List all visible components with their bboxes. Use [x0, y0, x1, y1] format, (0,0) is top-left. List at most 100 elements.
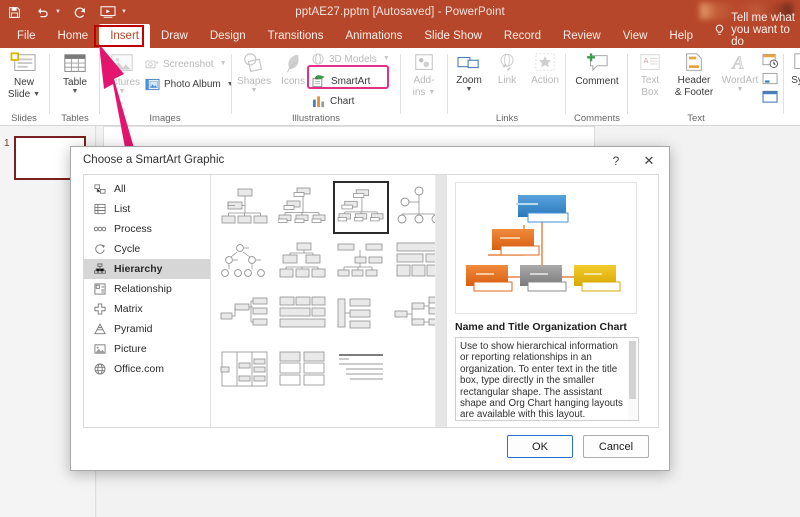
title-bar: ▼ ▼ pptAE27.pptm [Autosaved] - PowerPoin… — [0, 0, 800, 24]
symbols-button[interactable]: Ω Symb ▼ — [784, 52, 800, 93]
smartart-gallery[interactable] — [211, 175, 447, 427]
icons-button[interactable]: Icons — [274, 52, 312, 87]
zoom-button[interactable]: Zoom ▼ — [450, 52, 488, 93]
tab-view[interactable]: View — [612, 24, 659, 48]
new-slide-caret-icon[interactable]: ▼ — [33, 91, 40, 98]
chart-button[interactable]: Chart — [312, 95, 354, 108]
category-item-cycle[interactable]: Cycle — [84, 239, 210, 259]
photo-album-button[interactable]: Photo Album ▼ — [145, 78, 234, 91]
3d-models-caret-icon[interactable]: ▼ — [383, 55, 390, 62]
category-list[interactable]: All List Process Cycle Hierarchy Relatio… — [84, 175, 211, 427]
slide-number-button[interactable] — [762, 72, 779, 91]
cancel-button[interactable]: Cancel — [583, 435, 649, 458]
category-item-matrix[interactable]: Matrix — [84, 299, 210, 319]
category-item-process[interactable]: Process — [84, 219, 210, 239]
date-time-button[interactable] — [762, 53, 779, 73]
text-box-button[interactable]: A Text Box — [630, 52, 670, 98]
text-box-label-1: Text — [640, 75, 660, 86]
object-button[interactable] — [762, 90, 779, 109]
category-item-all[interactable]: All — [84, 179, 210, 199]
tab-transitions[interactable]: Transitions — [257, 24, 335, 48]
gallery-item-labeled-hierarchy[interactable] — [333, 236, 389, 289]
tell-me-search[interactable]: Tell me what you want to do — [714, 12, 800, 48]
gallery-item-name-and-title-org-chart-alt[interactable] — [275, 181, 331, 234]
tab-design[interactable]: Design — [199, 24, 257, 48]
shapes-button[interactable]: Shapes ▼ — [234, 52, 274, 94]
comment-icon — [584, 52, 610, 75]
tab-draw[interactable]: Draw — [150, 24, 199, 48]
category-item-relationship[interactable]: Relationship — [84, 279, 210, 299]
wordart-caret-icon[interactable]: ▼ — [737, 86, 744, 93]
gallery-item-picture-organization-chart[interactable] — [275, 236, 331, 289]
close-icon[interactable]: ✕ — [637, 151, 661, 171]
smartart-button[interactable]: SmartArt — [312, 74, 370, 88]
category-item-hierarchy[interactable]: Hierarchy — [84, 259, 210, 279]
category-item-picture[interactable]: Picture — [84, 339, 210, 359]
tab-slide-show[interactable]: Slide Show — [413, 24, 493, 48]
category-item-pyramid[interactable]: Pyramid — [84, 319, 210, 339]
pictures-button[interactable]: Pictures ▼ — [101, 52, 143, 95]
gallery-scrollbar-thumb[interactable] — [436, 175, 446, 427]
add-ins-button[interactable]: Add- ins ▼ — [403, 52, 445, 98]
link-icon — [495, 52, 519, 74]
tab-home[interactable]: Home — [47, 24, 100, 48]
wordart-icon: A — [728, 52, 752, 74]
table-button[interactable]: Table ▼ — [52, 52, 98, 95]
zoom-caret-icon[interactable]: ▼ — [466, 86, 473, 93]
gallery-item-lined-list[interactable] — [333, 346, 389, 399]
tab-animations[interactable]: Animations — [334, 24, 413, 48]
help-icon[interactable]: ? — [605, 151, 627, 171]
description-scrollbar-thumb[interactable] — [629, 341, 636, 399]
picture-icon — [93, 343, 106, 356]
add-ins-caret-icon[interactable]: ▼ — [428, 89, 435, 96]
cycle-icon — [93, 243, 106, 256]
description-scrollbar[interactable] — [628, 339, 637, 420]
gallery-item-table-hierarchy-2[interactable] — [217, 346, 273, 399]
gallery-item-circle-picture-hierarchy[interactable] — [217, 236, 273, 289]
gallery-item-horizontal-multi-level-hierarchy[interactable] — [275, 291, 331, 344]
tab-review[interactable]: Review — [552, 24, 612, 48]
new-slide-button[interactable]: New Slide ▼ — [0, 52, 48, 100]
tab-insert[interactable]: Insert — [99, 24, 150, 48]
category-label: Matrix — [114, 303, 143, 315]
action-button[interactable]: Action — [526, 52, 564, 86]
comment-button[interactable]: Comment — [568, 52, 626, 87]
shapes-caret-icon[interactable]: ▼ — [251, 87, 258, 94]
pictures-icon — [108, 52, 136, 76]
category-label: Cycle — [114, 243, 141, 255]
category-label: Picture — [114, 343, 147, 355]
3d-models-button[interactable]: 3D Models ▼ — [312, 53, 390, 65]
table-label: Table — [63, 77, 87, 88]
header-footer-button[interactable]: Header & Footer — [670, 52, 718, 98]
dialog-footer: OK Cancel — [71, 426, 669, 470]
category-item-office-com[interactable]: Office.com — [84, 359, 210, 379]
screenshot-caret-icon[interactable]: ▼ — [220, 60, 227, 67]
screenshot-button[interactable]: Screenshot ▼ — [145, 58, 227, 70]
category-label: List — [114, 203, 131, 215]
category-label: Pyramid — [114, 323, 153, 335]
globe-icon — [93, 363, 106, 376]
tab-record[interactable]: Record — [493, 24, 552, 48]
smartart-icon — [312, 74, 327, 88]
group-separator — [231, 54, 232, 114]
gallery-scrollbar[interactable] — [435, 175, 446, 427]
3d-models-label: 3D Models — [329, 53, 377, 65]
link-button[interactable]: Link — [488, 52, 526, 86]
shapes-icon — [241, 52, 267, 75]
pictures-caret-icon[interactable]: ▼ — [119, 88, 126, 95]
gallery-item-horizontal-organization-chart[interactable] — [217, 291, 273, 344]
symbols-label: Symb — [791, 75, 800, 86]
category-item-list[interactable]: List — [84, 199, 210, 219]
group-label-images: Images — [149, 113, 181, 124]
gallery-item-horizontal-hierarchy[interactable] — [333, 291, 389, 344]
gallery-item-org-chart[interactable] — [217, 181, 273, 234]
wordart-button[interactable]: A WordArt ▼ — [718, 52, 762, 93]
ok-button[interactable]: OK — [507, 435, 573, 458]
table-caret-icon[interactable]: ▼ — [72, 88, 79, 95]
gallery-item-architecture-layout[interactable] — [275, 346, 331, 399]
tab-help[interactable]: Help — [658, 24, 704, 48]
gallery-item-name-and-title-organization-chart[interactable] — [333, 181, 389, 234]
ribbon-group-text: A Text Box Header & Footer A WordArt ▼ T… — [630, 48, 770, 126]
zoom-label: Zoom — [456, 75, 482, 86]
tab-file[interactable]: File — [6, 24, 47, 48]
